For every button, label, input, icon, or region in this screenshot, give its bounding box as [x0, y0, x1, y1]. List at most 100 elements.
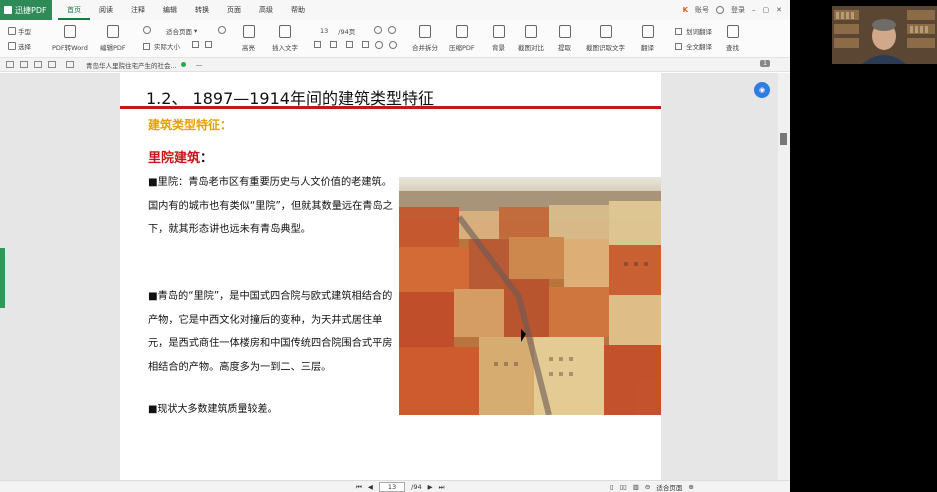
document-tab[interactable]: 青岛华人里院住宅产生的社会... — [86, 60, 202, 70]
tab-convert[interactable]: 转换 [186, 0, 218, 20]
highlight-button[interactable]: 高亮 [242, 25, 255, 52]
next-page-button[interactable] [388, 26, 396, 34]
view-mode-1[interactable] [330, 41, 339, 48]
assistant-button[interactable]: ◉ [754, 82, 770, 98]
edit-pdf-button[interactable]: 编辑PDF [100, 25, 126, 52]
find-button[interactable]: 查找 [726, 25, 739, 52]
tab-pages[interactable]: 页面 [218, 0, 250, 20]
compare-icon [525, 25, 537, 38]
document-viewport[interactable]: 1.2、 1897—1914年间的建筑类型特征 建筑类型特征： 里院建筑： ■里… [0, 73, 778, 480]
word-translate-icon [675, 27, 682, 35]
zoom-out-button[interactable] [143, 26, 151, 34]
background-icon [492, 25, 505, 38]
restore-icon[interactable]: ▢ [763, 6, 770, 14]
page-number-field[interactable]: 13/94页 [320, 26, 355, 36]
edit-icon [106, 25, 119, 38]
tab-help[interactable]: 帮助 [282, 0, 314, 20]
assistant-icon: ◉ [758, 86, 766, 94]
prev-page-button[interactable] [374, 26, 382, 34]
tab-read[interactable]: 阅读 [90, 0, 122, 20]
tab-edit[interactable]: 编辑 [154, 0, 186, 20]
page-total: /94页 [338, 28, 356, 36]
word-translate-button[interactable]: 划词翻译 [675, 26, 712, 36]
user-icon[interactable] [716, 6, 724, 14]
view-double-icon[interactable]: ▯▯ [620, 483, 627, 491]
page-badge: 1 [760, 60, 770, 67]
highlight-label: 高亮 [242, 44, 255, 52]
sidebar-toggle[interactable] [0, 248, 5, 308]
app-logo[interactable]: 迅捷PDF [0, 0, 52, 20]
hand-tool[interactable]: 手型 [8, 26, 31, 36]
prev-page-icon [374, 26, 382, 34]
fit-width-button[interactable] [192, 41, 201, 48]
save-icon[interactable] [20, 61, 28, 68]
single-page-icon [330, 41, 337, 48]
translate-button[interactable]: 翻译 [641, 25, 654, 52]
select-tool[interactable]: 选择 [8, 41, 31, 51]
view-single-icon[interactable]: ▯ [610, 483, 614, 491]
scrollbar-thumb[interactable] [780, 133, 787, 145]
city-photo [399, 177, 661, 415]
last-page-nav-icon[interactable]: ⏭ [439, 483, 445, 492]
zoom-out-icon [143, 26, 151, 34]
section-title: 里院建筑： [148, 147, 213, 166]
close-icon[interactable]: ✕ [776, 6, 782, 14]
print-icon[interactable] [6, 61, 14, 68]
prev-page-nav-icon[interactable]: ◀ [368, 483, 373, 491]
word-translate-label: 划词翻译 [686, 28, 712, 36]
tab-home[interactable]: 首页 [58, 0, 90, 20]
first-page-nav-icon[interactable]: ⏮ [356, 483, 362, 492]
compare-button[interactable]: 截图对比 [518, 25, 544, 52]
chevron-down-icon: ▾ [194, 27, 198, 35]
next-page-nav-icon[interactable]: ▶ [428, 483, 433, 491]
background-label: 背景 [492, 44, 505, 52]
tab-advanced[interactable]: 高级 [250, 0, 282, 20]
first-page-icon [314, 41, 321, 48]
compress-pdf-button[interactable]: 压缩PDF [449, 25, 475, 52]
first-page-button[interactable] [314, 41, 323, 48]
vip-icon[interactable]: K [683, 6, 688, 14]
insert-text-button[interactable]: 插入文字 [272, 25, 298, 52]
find-label: 查找 [726, 44, 739, 52]
full-translate-button[interactable]: 全文翻译 [675, 41, 712, 51]
undo-icon[interactable] [34, 61, 42, 68]
pdf-to-word-button[interactable]: PDF转Word [52, 25, 88, 52]
zoom-in-button[interactable] [218, 26, 226, 34]
actual-size-button[interactable]: 实际大小 [143, 41, 180, 51]
background-button[interactable]: 背景 [492, 25, 505, 52]
zoom-select[interactable]: 适合页面 ▾ [166, 26, 197, 36]
merge-split-button[interactable]: 合并拆分 [412, 25, 438, 52]
status-zoom-out-icon[interactable]: ⊖ [645, 483, 650, 491]
pdf-reader-window: 迅捷PDF 首页 阅读 注释 编辑 转换 页面 高级 帮助 K 账号 登录 – … [0, 0, 790, 492]
window-controls: K 账号 登录 – ▢ ✕ [683, 5, 790, 15]
heading-rule [120, 106, 661, 109]
vertical-scrollbar[interactable] [778, 73, 790, 480]
account-label[interactable]: 账号 [695, 5, 709, 15]
view-mode-2[interactable] [346, 41, 355, 48]
view-scroll-icon[interactable]: ▥ [633, 483, 639, 491]
tab-annotate[interactable]: 注释 [122, 0, 154, 20]
translate-label: 翻译 [641, 44, 654, 52]
view-mode-3[interactable] [362, 41, 371, 48]
status-zoom-in-icon[interactable]: ⊕ [688, 483, 693, 491]
fit-page-icon [205, 41, 212, 48]
ocr-button[interactable]: 截图识取文字 [586, 25, 625, 52]
rotate-left-icon [375, 41, 383, 49]
home-icon[interactable] [66, 61, 74, 68]
extract-button[interactable]: 提取 [558, 25, 571, 52]
merge-split-label: 合并拆分 [412, 44, 438, 52]
minimize-icon[interactable]: – [752, 6, 756, 14]
new-tab-icon[interactable]: — [196, 61, 203, 69]
rotate-left-button[interactable] [375, 41, 383, 49]
redo-icon[interactable] [48, 61, 56, 68]
rotate-right-button[interactable] [389, 41, 397, 49]
fit-page-button[interactable] [205, 41, 214, 48]
zoom-in-icon [218, 26, 226, 34]
login-link[interactable]: 登录 [731, 5, 745, 15]
status-page-input[interactable]: 13 [378, 482, 406, 492]
cursor-icon [8, 42, 16, 50]
merge-icon [419, 25, 431, 38]
status-zoom-value[interactable]: 适合页面 [656, 482, 682, 492]
paragraph-1: ■里院：青岛老市区有重要历史与人文价值的老建筑。国内有的城市也有类似“里院”，但… [148, 177, 393, 235]
fit-width-icon [192, 41, 199, 48]
